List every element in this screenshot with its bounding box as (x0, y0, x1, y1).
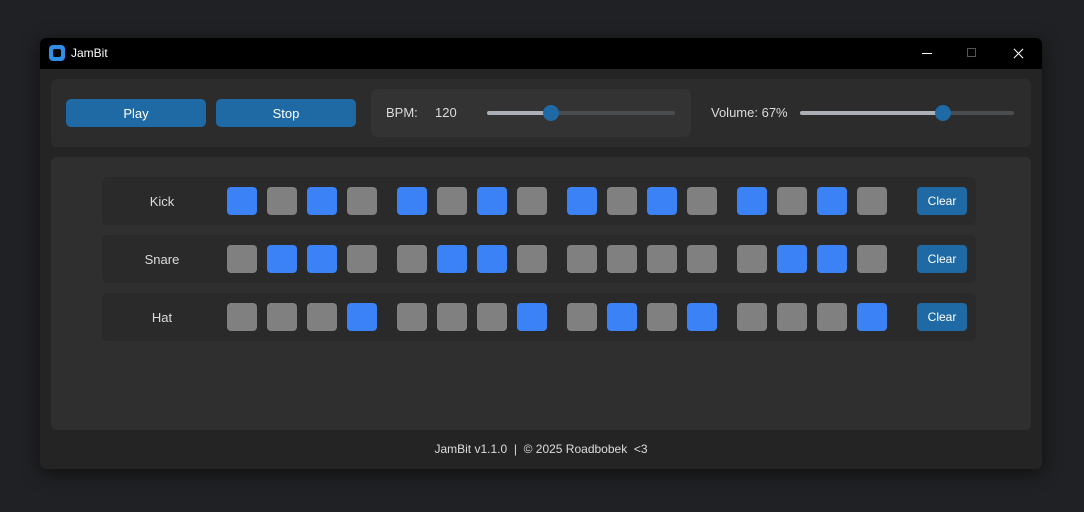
play-button[interactable]: Play (66, 99, 206, 127)
title-bar[interactable]: JamBit (40, 38, 1042, 69)
step-pad[interactable] (397, 187, 427, 215)
close-icon[interactable] (995, 38, 1041, 69)
step-pad[interactable] (227, 245, 257, 273)
step-pad[interactable] (817, 245, 847, 273)
step-pad[interactable] (687, 245, 717, 273)
step-pad[interactable] (567, 303, 597, 331)
step-pad[interactable] (517, 245, 547, 273)
step-pad[interactable] (267, 245, 297, 273)
step-pad[interactable] (347, 303, 377, 331)
step-pad[interactable] (517, 187, 547, 215)
step-pad[interactable] (267, 187, 297, 215)
maximize-icon[interactable] (949, 38, 995, 69)
volume-slider-handle[interactable] (935, 105, 952, 121)
step-pad[interactable] (647, 303, 677, 331)
step-pad[interactable] (347, 245, 377, 273)
step-pad[interactable] (437, 245, 467, 273)
sequencer-grid: Kick Clear Snare Clear Hat Clear (51, 157, 1031, 430)
step-pad[interactable] (307, 245, 337, 273)
step-pad[interactable] (437, 303, 467, 331)
step-pad[interactable] (347, 187, 377, 215)
step-pad[interactable] (777, 245, 807, 273)
transport-panel: Play Stop BPM: 120 Volume: 67% (51, 79, 1031, 147)
step-pad[interactable] (607, 187, 637, 215)
step-pad[interactable] (687, 303, 717, 331)
step-pad[interactable] (397, 245, 427, 273)
step-pad[interactable] (227, 303, 257, 331)
track-row: Snare Clear (102, 235, 976, 283)
step-pad[interactable] (737, 303, 767, 331)
step-pad[interactable] (857, 245, 887, 273)
step-pad[interactable] (477, 303, 507, 331)
step-pad[interactable] (687, 187, 717, 215)
step-pad[interactable] (817, 303, 847, 331)
step-pad[interactable] (737, 245, 767, 273)
step-pad[interactable] (607, 245, 637, 273)
step-pad[interactable] (777, 303, 807, 331)
clear-button[interactable]: Clear (917, 187, 967, 215)
volume-label: Volume: 67% (711, 105, 788, 120)
step-pad[interactable] (397, 303, 427, 331)
step-pad[interactable] (817, 187, 847, 215)
step-pad[interactable] (437, 187, 467, 215)
volume-slider[interactable] (800, 105, 1014, 121)
step-pad[interactable] (267, 303, 297, 331)
step-pad[interactable] (307, 303, 337, 331)
step-pad[interactable] (737, 187, 767, 215)
bpm-slider[interactable] (487, 105, 675, 121)
track-name: Hat (151, 309, 173, 325)
clear-button[interactable]: Clear (917, 303, 967, 331)
bpm-slider-fill (487, 111, 551, 115)
track-row: Kick Clear (102, 177, 976, 225)
step-pad[interactable] (647, 187, 677, 215)
step-pad[interactable] (227, 187, 257, 215)
bpm-value: 120 (435, 105, 457, 120)
bpm-slider-handle[interactable] (542, 105, 559, 121)
step-pad[interactable] (517, 303, 547, 331)
app-window: JamBit Play Stop BPM: 120 Volume: 67% Ki… (40, 38, 1042, 469)
footer-text: JamBit v1.1.0 | © 2025 Roadbobek <3 (434, 442, 648, 456)
step-pad[interactable] (567, 187, 597, 215)
bpm-label: BPM: (386, 105, 418, 120)
bpm-control: BPM: 120 (371, 89, 691, 137)
app-logo-icon (49, 45, 65, 61)
minimize-icon[interactable] (904, 38, 950, 69)
clear-button[interactable]: Clear (917, 245, 967, 273)
step-pad[interactable] (857, 303, 887, 331)
step-pad[interactable] (307, 187, 337, 215)
track-name: Snare (144, 251, 180, 267)
step-pad[interactable] (777, 187, 807, 215)
stop-button[interactable]: Stop (216, 99, 356, 127)
window-title: JamBit (71, 46, 108, 60)
track-name: Kick (149, 193, 175, 209)
track-row: Hat Clear (102, 293, 976, 341)
step-pad[interactable] (477, 187, 507, 215)
step-pad[interactable] (567, 245, 597, 273)
step-pad[interactable] (477, 245, 507, 273)
volume-slider-fill (800, 111, 944, 115)
step-pad[interactable] (857, 187, 887, 215)
step-pad[interactable] (647, 245, 677, 273)
step-pad[interactable] (607, 303, 637, 331)
